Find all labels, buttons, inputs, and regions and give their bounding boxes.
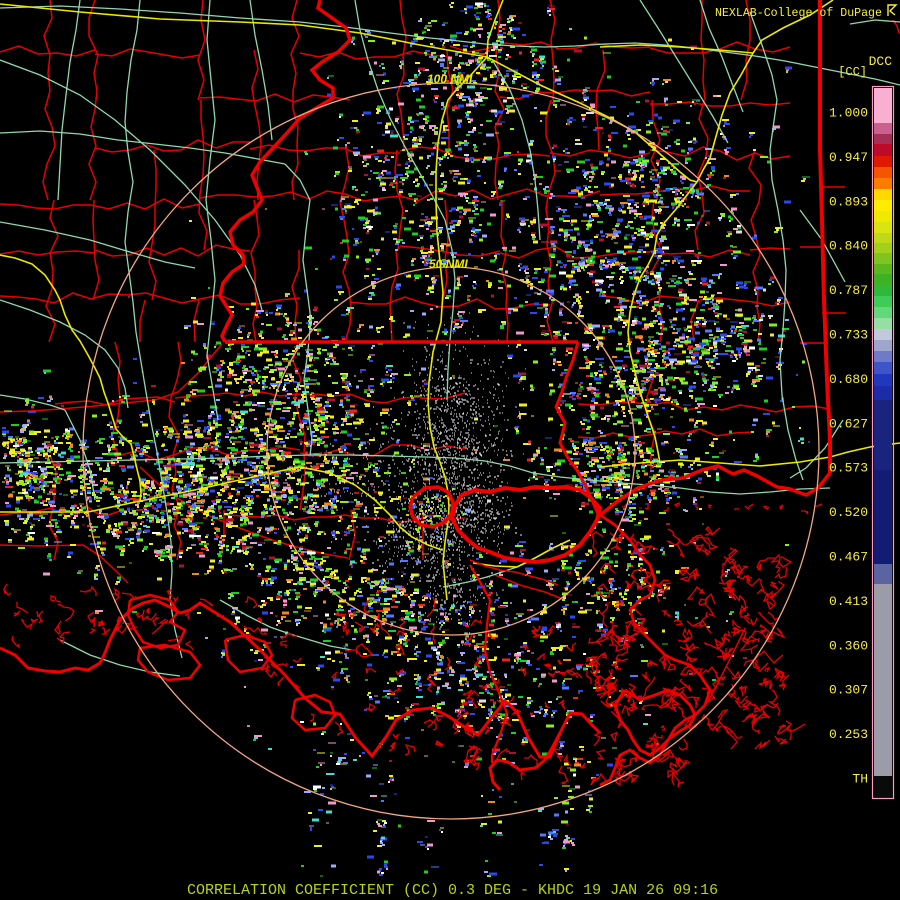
svg-text:CORRELATION COEFFICIENT (CC) 0: CORRELATION COEFFICIENT (CC) 0.3 DEG - K… <box>187 882 718 899</box>
svg-text:0.787: 0.787 <box>829 283 868 298</box>
svg-text:0.733: 0.733 <box>829 328 868 343</box>
svg-text:0.627: 0.627 <box>829 416 868 431</box>
svg-text:0.573: 0.573 <box>829 461 868 476</box>
svg-text:50 NMI: 50 NMI <box>429 257 468 271</box>
svg-text:0.467: 0.467 <box>829 550 868 565</box>
svg-text:0.520: 0.520 <box>829 505 868 520</box>
svg-text:0.413: 0.413 <box>829 594 868 609</box>
svg-text:0.680: 0.680 <box>829 372 868 387</box>
svg-text:NEXLAB-College of DuPage: NEXLAB-College of DuPage <box>715 7 882 20</box>
svg-text:0.947: 0.947 <box>829 150 868 165</box>
svg-text:100 NMI: 100 NMI <box>427 72 473 86</box>
svg-text:0.840: 0.840 <box>829 239 868 254</box>
svg-text:0.253: 0.253 <box>829 727 868 742</box>
svg-text:1.000: 1.000 <box>829 106 868 121</box>
svg-text:DCC: DCC <box>869 54 893 69</box>
svg-text:[CC]: [CC] <box>838 65 867 79</box>
svg-text:TH: TH <box>852 772 868 787</box>
svg-text:0.360: 0.360 <box>829 638 868 653</box>
svg-text:0.893: 0.893 <box>829 194 868 209</box>
svg-text:0.307: 0.307 <box>829 683 868 698</box>
